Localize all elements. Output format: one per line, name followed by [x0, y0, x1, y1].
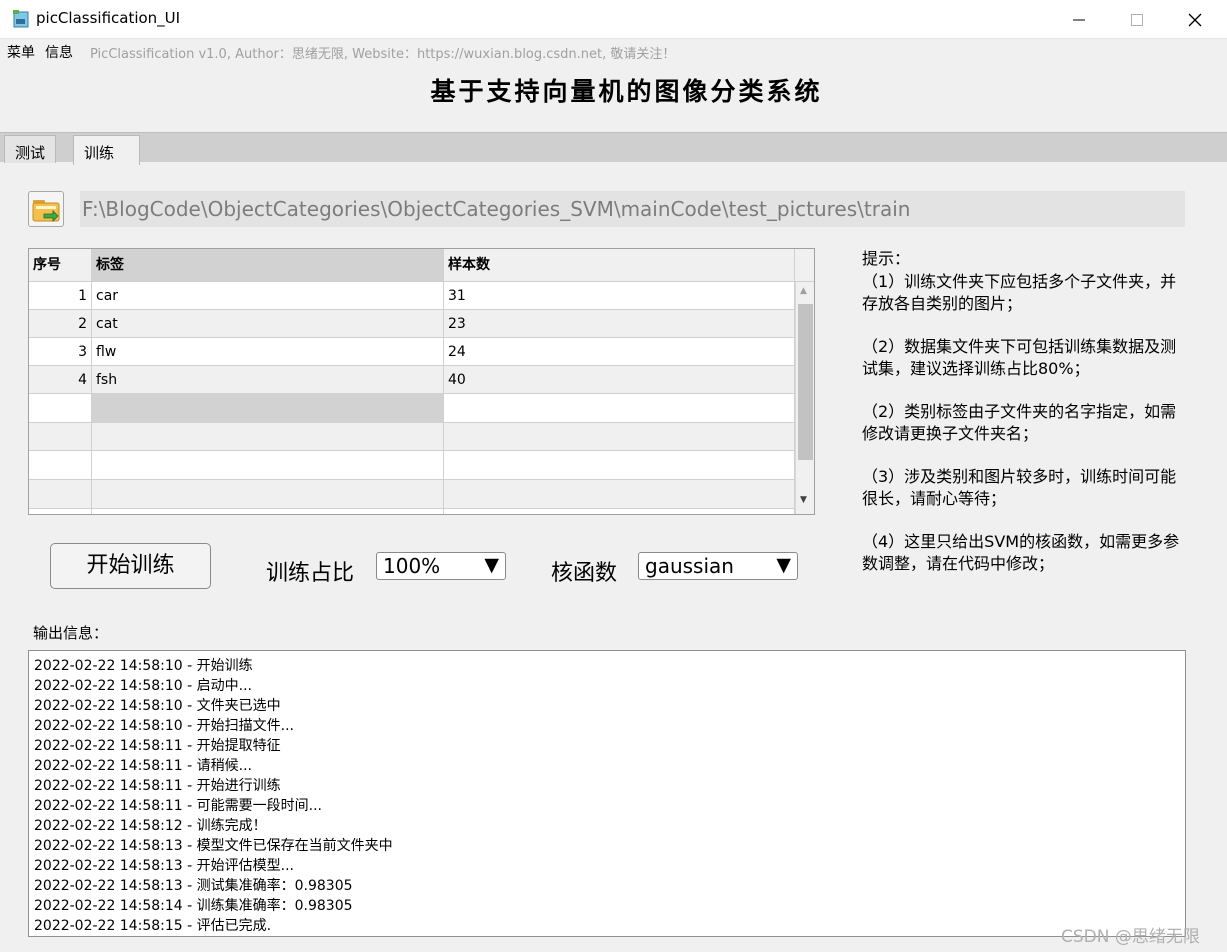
menu-bar: 菜单 信息 PicClassification v1.0, Author：思绪无…	[0, 39, 1227, 64]
tab-train[interactable]: 训练	[73, 135, 140, 165]
table-cell-count[interactable]: 31	[444, 282, 795, 310]
log-line: 2022-02-22 14:58:10 - 启动中...	[34, 678, 252, 694]
table-cell-label[interactable]: fsh	[92, 366, 444, 394]
table-cell-label[interactable]: car	[92, 282, 444, 310]
table-cell-empty	[29, 509, 92, 514]
table-cell-count[interactable]: 40	[444, 366, 795, 394]
table-cell-empty[interactable]	[29, 480, 92, 509]
table-cell-index[interactable]: 4	[29, 366, 92, 394]
column-header-index[interactable]: 序号	[29, 249, 92, 282]
table-cell-empty[interactable]	[29, 394, 92, 423]
dropdown-arrow-icon: ▼	[776, 554, 791, 576]
page-title: 基于支持向量机的图像分类系统	[430, 77, 823, 106]
table-cell-empty[interactable]	[92, 394, 444, 423]
log-line: 2022-02-22 14:58:11 - 开始进行训练	[34, 778, 281, 794]
maximize-button[interactable]	[1108, 0, 1166, 39]
kernel-value: gaussian	[645, 554, 734, 578]
kernel-select[interactable]: gaussian ▼	[638, 552, 798, 580]
table-cell-index[interactable]: 2	[29, 310, 92, 338]
table-cell-index[interactable]: 3	[29, 338, 92, 366]
column-header-count[interactable]: 样本数	[444, 249, 795, 282]
table-cell-empty	[92, 509, 444, 514]
scrollbar-thumb[interactable]	[798, 304, 813, 460]
train-ratio-select[interactable]: 100% ▼	[376, 552, 506, 580]
table-cell-empty[interactable]	[444, 394, 795, 423]
tab-strip: 测试 训练	[0, 132, 1227, 165]
folder-open-icon	[32, 200, 60, 222]
tab-test[interactable]: 测试	[4, 135, 57, 163]
log-line: 2022-02-22 14:58:14 - 训练集准确率：0.98305	[34, 898, 353, 914]
credit-text: PicClassification v1.0, Author：思绪无限, Web…	[90, 47, 676, 62]
log-line: 2022-02-22 14:58:11 - 请稍候...	[34, 758, 252, 774]
title-bar: picClassification_UI	[0, 0, 1227, 39]
table-cell-empty[interactable]	[444, 480, 795, 509]
table-cell-empty[interactable]	[29, 451, 92, 480]
table-cell-count[interactable]: 24	[444, 338, 795, 366]
dropdown-arrow-icon: ▼	[484, 554, 499, 576]
log-line: 2022-02-22 14:58:11 - 开始提取特征	[34, 738, 281, 754]
start-training-button[interactable]: 开始训练	[50, 543, 211, 589]
log-line: 2022-02-22 14:58:11 - 可能需要一段时间...	[34, 798, 322, 814]
table-cell-empty[interactable]	[444, 423, 795, 451]
log-line: 2022-02-22 14:58:10 - 开始扫描文件...	[34, 718, 294, 734]
table-cell-label[interactable]: cat	[92, 310, 444, 338]
table-cell-index[interactable]: 1	[29, 282, 92, 310]
table-cell-empty	[444, 509, 795, 514]
log-line: 2022-02-22 14:58:12 - 训练完成！	[34, 818, 267, 834]
menu-item-menu[interactable]: 菜单	[7, 42, 35, 62]
hints-title: 提示：	[862, 249, 911, 268]
table-cell-empty[interactable]	[29, 423, 92, 451]
sample-table: 序号 标签 样本数 1 car 31 2 cat 23 3 flw 24 4 f…	[28, 248, 815, 515]
minimize-button[interactable]	[1050, 0, 1108, 39]
table-cell-label[interactable]: flw	[92, 338, 444, 366]
table-cell-empty[interactable]	[92, 480, 444, 509]
table-cell-empty[interactable]	[92, 423, 444, 451]
table-cell-count[interactable]: 23	[444, 310, 795, 338]
close-button[interactable]	[1166, 0, 1224, 39]
train-ratio-label: 训练占比	[266, 561, 355, 586]
log-line: 2022-02-22 14:58:10 - 文件夹已选中	[34, 698, 281, 714]
hint-item: （1）训练文件夹下应包括多个子文件夹，并存放各自类别的图片；	[862, 272, 1177, 313]
kernel-label: 核函数	[551, 561, 618, 586]
table-cell-empty[interactable]	[92, 451, 444, 480]
table-scrollbar[interactable]: ▲ ▼	[795, 282, 814, 514]
select-folder-button[interactable]	[28, 191, 64, 227]
hint-item: （2）类别标签由子文件夹的名字指定，如需修改请更换子文件夹名；	[862, 402, 1177, 443]
log-line: 2022-02-22 14:58:10 - 开始训练	[34, 658, 253, 674]
log-line: 2022-02-22 14:58:13 - 模型文件已保存在当前文件夹中	[34, 838, 393, 854]
hint-item: （2）数据集文件夹下可包括训练集数据及测试集，建议选择训练占比80%；	[862, 337, 1177, 378]
app-icon	[12, 10, 29, 28]
log-line: 2022-02-22 14:58:13 - 测试集准确率：0.98305	[34, 878, 353, 894]
close-icon	[1188, 13, 1202, 26]
watermark: CSDN @思绪无限	[1061, 927, 1200, 947]
log-line: 2022-02-22 14:58:13 - 开始评估模型...	[34, 858, 294, 874]
hint-item: （4）这里只给出SVM的核函数，如需更多参数调整，请在代码中修改；	[862, 532, 1180, 573]
table-cell-empty[interactable]	[444, 451, 795, 480]
output-label: 输出信息：	[33, 624, 109, 642]
train-ratio-value: 100%	[383, 554, 441, 578]
scroll-down-arrow-icon[interactable]: ▼	[800, 495, 807, 505]
menu-item-info[interactable]: 信息	[45, 42, 73, 62]
table-corner	[795, 249, 814, 282]
window-title: picClassification_UI	[36, 9, 181, 27]
minimize-icon	[1073, 19, 1085, 20]
hint-item: （3）涉及类别和图片较多时，训练时间可能很长，请耐心等待；	[862, 467, 1177, 508]
folder-path-field[interactable]: F:\BlogCode\ObjectCategories\ObjectCateg…	[80, 191, 1185, 227]
maximize-icon	[1131, 13, 1143, 26]
log-line: 2022-02-22 14:58:15 - 评估已完成.	[34, 918, 272, 934]
scroll-up-arrow-icon[interactable]: ▲	[800, 286, 807, 296]
column-header-label[interactable]: 标签	[92, 249, 444, 282]
output-log[interactable]: 2022-02-22 14:58:10 - 开始训练 2022-02-22 14…	[28, 650, 1186, 937]
